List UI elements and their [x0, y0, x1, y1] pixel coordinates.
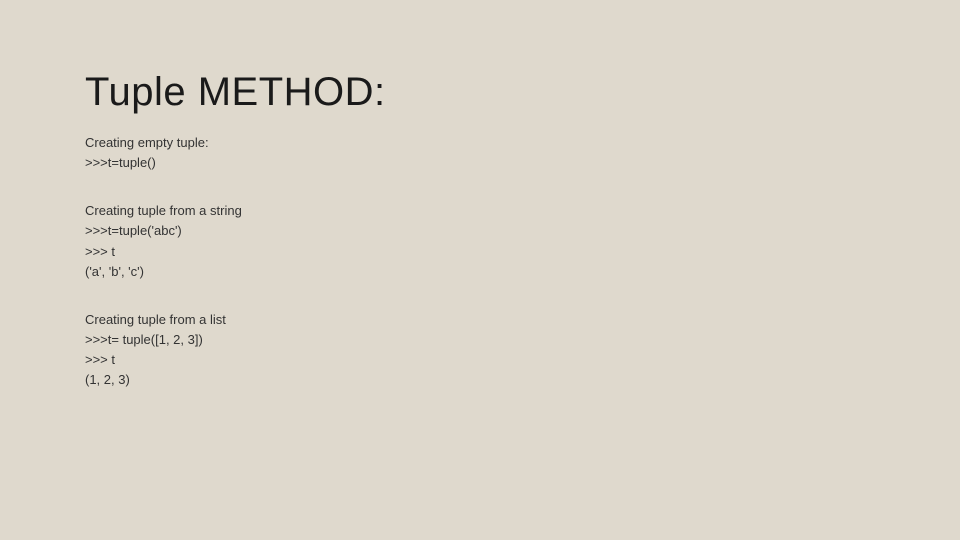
- text-line: >>>t=tuple(): [85, 153, 900, 173]
- text-line: Creating tuple from a list: [85, 310, 900, 330]
- block-empty-tuple: Creating empty tuple: >>>t=tuple(): [85, 133, 900, 173]
- text-line: Creating empty tuple:: [85, 133, 900, 153]
- slide-title: Tuple METHOD:: [85, 70, 900, 115]
- text-line: >>>t=tuple('abc'): [85, 221, 900, 241]
- block-tuple-from-string: Creating tuple from a string >>>t=tuple(…: [85, 201, 900, 282]
- text-line: >>> t: [85, 350, 900, 370]
- slide-content: Tuple METHOD: Creating empty tuple: >>>t…: [85, 70, 900, 418]
- text-line: (1, 2, 3): [85, 370, 900, 390]
- text-line: ('a', 'b', 'c'): [85, 262, 900, 282]
- text-line: >>>t= tuple([1, 2, 3]): [85, 330, 900, 350]
- text-line: >>> t: [85, 242, 900, 262]
- block-tuple-from-list: Creating tuple from a list >>>t= tuple([…: [85, 310, 900, 391]
- text-line: Creating tuple from a string: [85, 201, 900, 221]
